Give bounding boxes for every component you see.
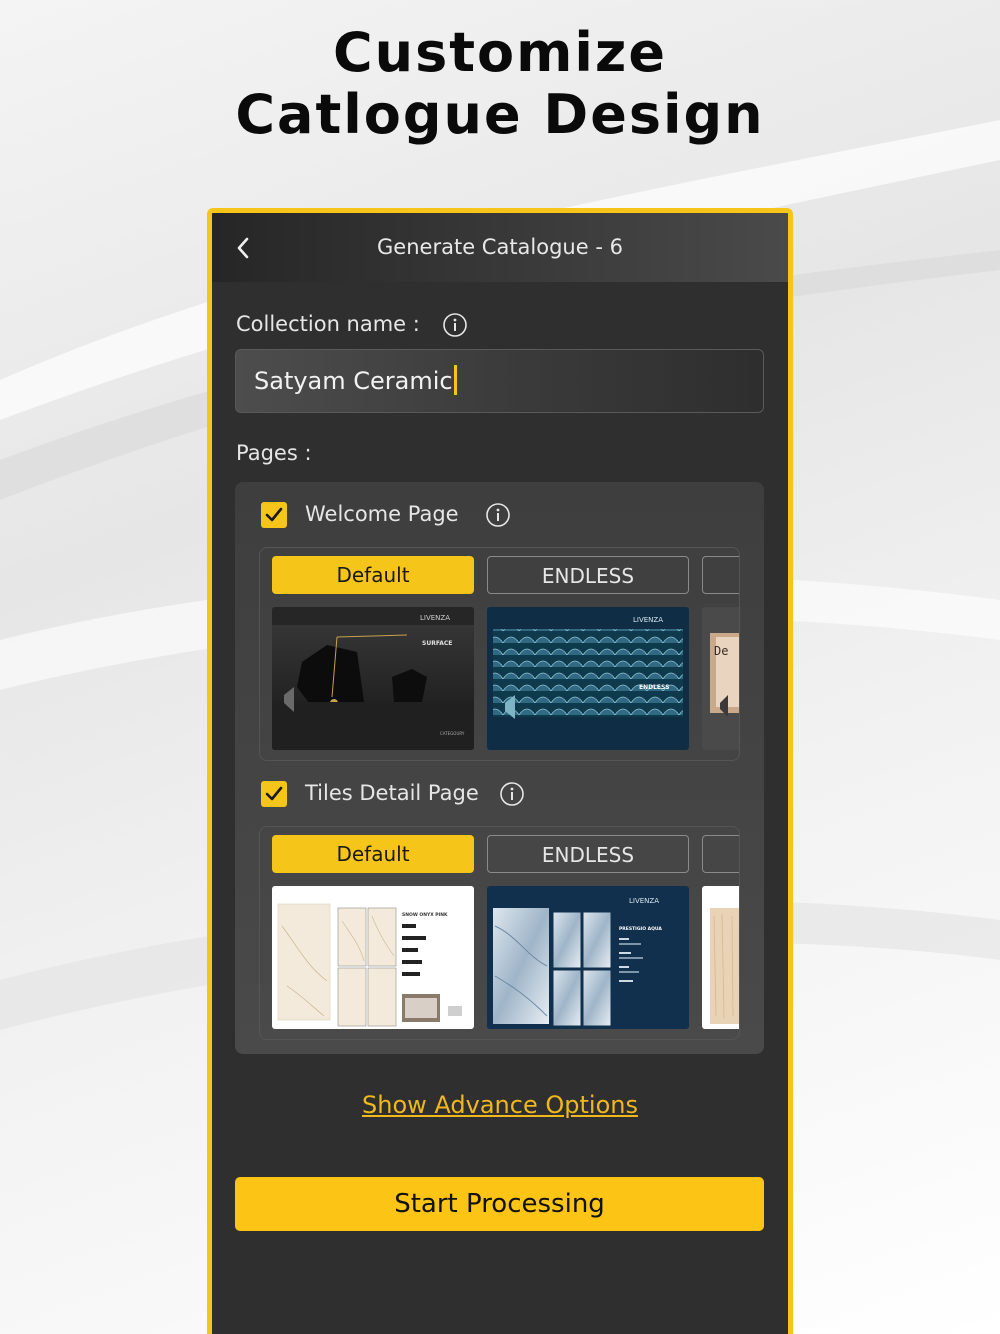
welcome-default-category: CATEGOURY <box>440 731 465 736</box>
tiles-template-chooser: Default ENDLESS SNOW ONYX PINK LIVENZA P… <box>259 826 740 1040</box>
tiles-tab-default[interactable]: Default <box>272 835 474 873</box>
tiles-endless-brand: LIVENZA <box>629 897 659 905</box>
text-caret <box>453 365 457 395</box>
headline-line-2: Catlogue Design <box>235 83 765 146</box>
welcome-default-brand: LIVENZA <box>420 614 450 622</box>
welcome-tab-default[interactable]: Default <box>272 556 474 594</box>
welcome-third-thumbnail[interactable]: De <box>702 607 740 750</box>
headline-line-1: Customize <box>333 21 667 84</box>
screen-title: Generate Catalogue - 6 <box>377 235 623 259</box>
pages-label: Pages : <box>236 441 312 465</box>
show-advance-options-link[interactable]: Show Advance Options <box>212 1091 788 1119</box>
tiles-detail-info-icon[interactable] <box>499 781 525 807</box>
welcome-endless-thumbnail[interactable]: LIVENZA ENDLESS <box>487 607 689 750</box>
pages-panel: Welcome Page Default ENDLESS LIVENZA SUR… <box>235 482 764 1054</box>
collection-name-input[interactable]: Satyam Ceramic <box>235 349 764 413</box>
welcome-endless-title: ENDLESS <box>639 684 669 691</box>
promo-headline: Customize Catlogue Design <box>0 22 1000 146</box>
welcome-page-label: Welcome Page <box>305 502 459 526</box>
welcome-page-checkbox[interactable] <box>261 502 287 528</box>
welcome-tab-endless[interactable]: ENDLESS <box>487 556 689 594</box>
tiles-third-thumbnail[interactable] <box>702 886 740 1029</box>
welcome-template-chooser: Default ENDLESS LIVENZA SURFACE CATEGOUR… <box>259 547 740 761</box>
tiles-endless-title: PRESTIGIO AQUA <box>619 926 662 932</box>
tiles-tab-endless[interactable]: ENDLESS <box>487 835 689 873</box>
tiles-detail-label: Tiles Detail Page <box>305 781 479 805</box>
top-bar: Generate Catalogue - 6 <box>212 213 788 282</box>
welcome-page-info-icon[interactable] <box>485 502 511 528</box>
tiles-default-thumbnail[interactable]: SNOW ONYX PINK <box>272 886 474 1029</box>
welcome-third-partial-text: De <box>714 644 728 658</box>
welcome-default-surface: SURFACE <box>422 640 452 647</box>
start-processing-button[interactable]: Start Processing <box>235 1177 764 1231</box>
phone-screen: Generate Catalogue - 6 Collection name :… <box>207 208 793 1334</box>
tiles-endless-thumbnail[interactable]: LIVENZA PRESTIGIO AQUA <box>487 886 689 1029</box>
tiles-detail-checkbox[interactable] <box>261 781 287 807</box>
tiles-default-title: SNOW ONYX PINK <box>402 912 448 918</box>
welcome-default-thumbnail[interactable]: LIVENZA SURFACE CATEGOURY <box>272 607 474 750</box>
collection-name-label: Collection name : <box>236 312 420 336</box>
welcome-endless-brand: LIVENZA <box>633 616 663 624</box>
welcome-tab-more[interactable] <box>702 556 739 594</box>
collection-name-value: Satyam Ceramic <box>254 350 457 412</box>
collection-info-icon[interactable] <box>442 312 468 338</box>
tiles-tab-more[interactable] <box>702 835 739 873</box>
